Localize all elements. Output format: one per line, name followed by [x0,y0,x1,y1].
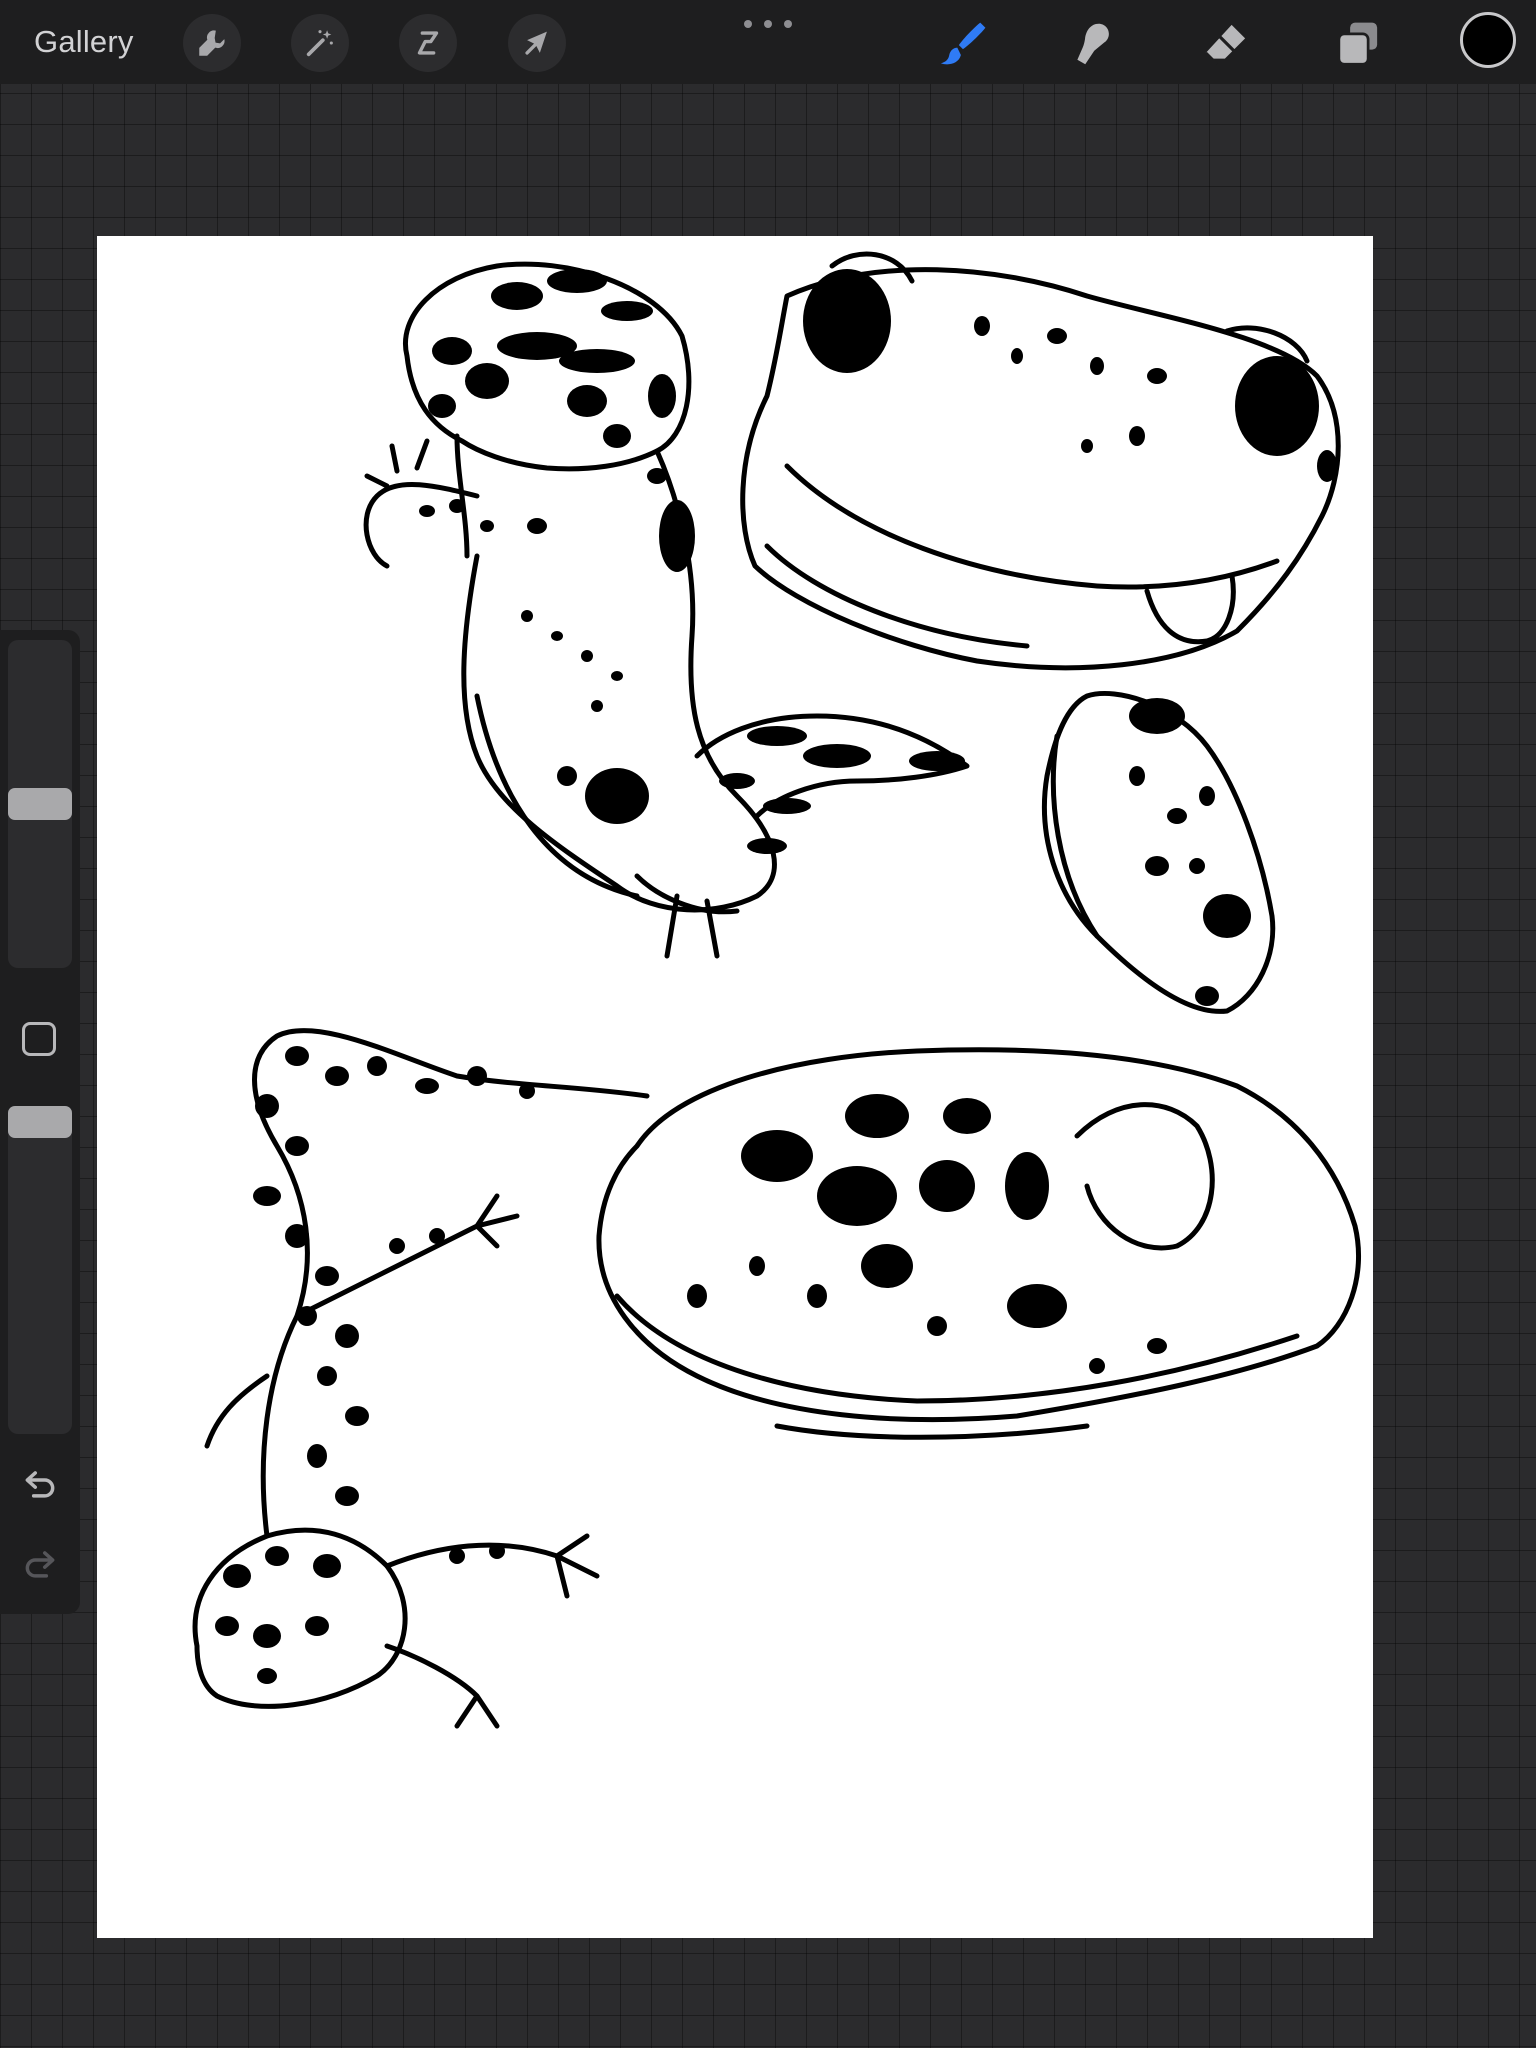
eraser-icon [1204,24,1246,66]
layers-icon [1337,22,1378,66]
adjustments-button[interactable] [291,14,349,72]
color-picker-button[interactable] [1460,12,1516,68]
crawling-gecko-illustration [192,1028,650,1729]
undo-button[interactable] [18,1462,62,1506]
more-options-button[interactable] [744,18,792,30]
opacity-thumb[interactable] [8,1106,72,1138]
selection-icon [417,31,439,55]
transform-arrow-icon [525,31,547,55]
magic-wand-icon [306,30,333,57]
redo-button[interactable] [18,1542,62,1586]
brush-icon [940,22,986,65]
left-sidebar [0,630,80,1614]
drawing-canvas[interactable] [97,236,1373,1938]
brush-size-slider[interactable] [8,640,72,968]
modify-button[interactable] [22,1022,56,1056]
selection-button[interactable] [399,14,457,72]
eraser-tool-button[interactable] [1198,16,1254,72]
gecko-line-art [192,251,1361,1729]
smudge-tool-button[interactable] [1064,16,1120,72]
gallery-button[interactable]: Gallery [34,22,134,62]
transform-button[interactable] [508,14,566,72]
procreate-app: Gallery [0,0,1536,2048]
layers-button[interactable] [1330,16,1386,72]
redo-icon [25,1551,55,1578]
smudge-icon [1077,23,1109,65]
wrench-icon [199,30,225,56]
actions-button[interactable] [183,14,241,72]
undo-icon [25,1471,55,1498]
opacity-slider[interactable] [8,1106,72,1434]
dot-icon [784,20,792,28]
gecko-spots [215,269,1337,1684]
brush-tool-button[interactable] [932,16,988,72]
brush-size-thumb[interactable] [8,788,72,820]
dot-icon [744,20,752,28]
small-gecko-head-illustration [1042,690,1276,1014]
top-toolbar: Gallery [0,0,1536,84]
dot-icon [764,20,772,28]
